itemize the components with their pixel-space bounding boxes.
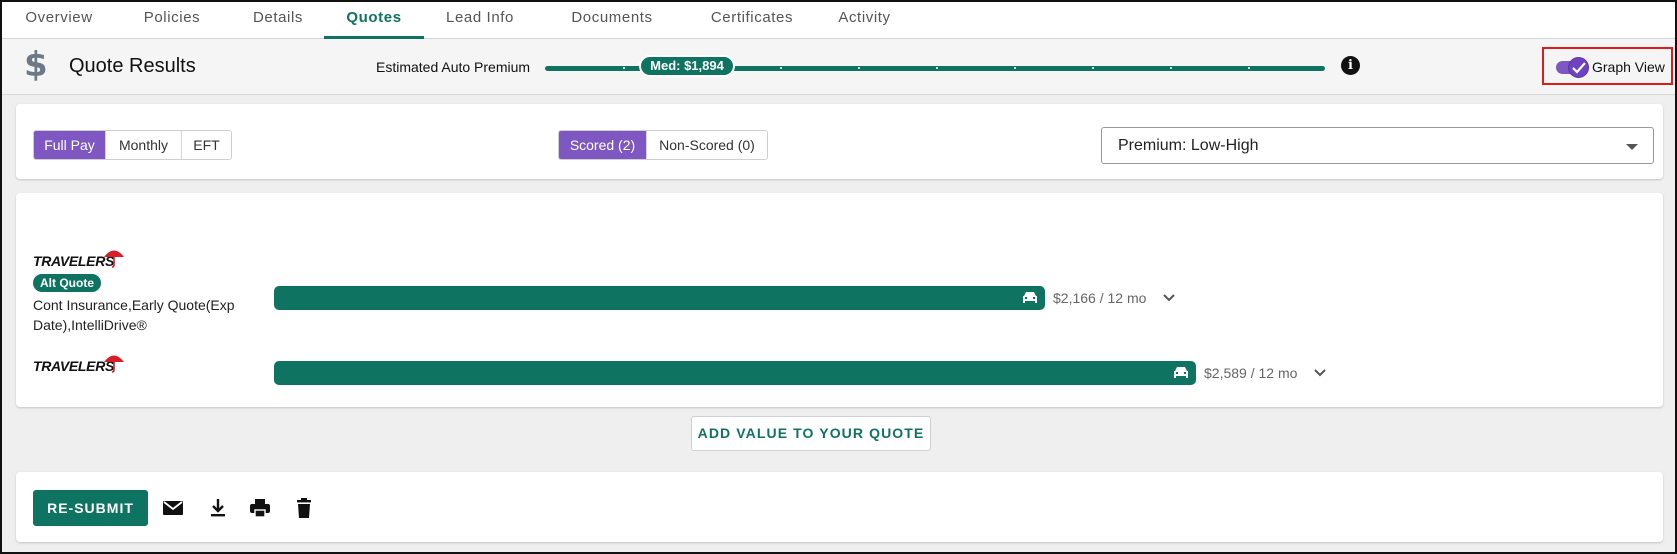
eft-button[interactable]: EFT [182, 131, 231, 159]
payment-toggle-group: Full Pay Monthly EFT [33, 130, 232, 160]
tab-details[interactable]: Details [242, 2, 314, 39]
tab-certificates[interactable]: Certificates [692, 2, 812, 39]
track-tick [1170, 67, 1172, 69]
tab-quotes[interactable]: Quotes [324, 2, 424, 39]
quote-results-header: $ Quote Results Estimated Auto Premium M… [2, 39, 1675, 95]
alt-quote-badge: Alt Quote [33, 274, 101, 292]
graph-view-highlight: Graph View [1542, 47, 1673, 85]
app-frame: Overview Policies Details Quotes Lead In… [0, 0, 1677, 554]
track-tick [1092, 67, 1094, 69]
median-premium-badge: Med: $1,894 [639, 55, 735, 77]
travelers-logo: TRAVELERS [33, 249, 129, 271]
add-value-button[interactable]: ADD VALUE TO YOUR QUOTE [691, 416, 931, 451]
track-tick [1014, 67, 1016, 69]
quote-features: Cont Insurance,Early Quote(Exp Date),Int… [33, 297, 235, 333]
caret-down-icon [1626, 144, 1638, 150]
check-icon[interactable] [1568, 57, 1589, 78]
track-tick [858, 67, 860, 69]
scored-button[interactable]: Scored (2) [559, 131, 647, 159]
tab-activity[interactable]: Activity [827, 2, 902, 39]
monthly-button[interactable]: Monthly [106, 131, 182, 159]
track-tick [936, 67, 938, 69]
sort-select[interactable]: Premium: Low-High [1101, 127, 1654, 164]
track-tick [623, 67, 625, 69]
umbrella-icon [104, 250, 124, 268]
full-pay-button[interactable]: Full Pay [34, 131, 106, 159]
download-icon[interactable] [207, 497, 229, 519]
score-toggle-group: Scored (2) Non-Scored (0) [558, 130, 768, 160]
resubmit-button[interactable]: RE-SUBMIT [33, 490, 148, 526]
travelers-logo: TRAVELERS [33, 354, 129, 376]
tab-documents[interactable]: Documents [557, 2, 667, 39]
premium-bar[interactable] [274, 361, 1196, 385]
email-icon[interactable] [162, 497, 184, 519]
track-tick [780, 67, 782, 69]
tab-lead-info[interactable]: Lead Info [435, 2, 525, 39]
graph-view-label: Graph View [1592, 59, 1665, 75]
delete-icon[interactable] [294, 497, 314, 519]
chevron-down-icon[interactable] [1313, 368, 1327, 378]
sort-select-value: Premium: Low-High [1118, 137, 1259, 154]
estimate-label: Estimated Auto Premium [376, 59, 531, 75]
quote-price: $2,589 / 12 mo [1204, 365, 1298, 381]
chevron-down-icon[interactable] [1162, 293, 1176, 303]
quote-price: $2,166 / 12 mo [1053, 290, 1147, 306]
non-scored-button[interactable]: Non-Scored (0) [647, 131, 767, 159]
tab-policies[interactable]: Policies [132, 2, 212, 39]
track-tick [1248, 67, 1250, 69]
print-icon[interactable] [249, 497, 271, 519]
tab-bar: Overview Policies Details Quotes Lead In… [2, 2, 1675, 39]
dollar-icon: $ [24, 45, 48, 85]
info-icon[interactable]: i [1341, 56, 1360, 75]
car-icon [1023, 292, 1037, 303]
tab-overview[interactable]: Overview [16, 2, 102, 39]
car-icon [1174, 367, 1188, 378]
page-title: Quote Results [69, 55, 196, 77]
umbrella-icon [104, 355, 124, 373]
premium-bar[interactable] [274, 286, 1045, 310]
